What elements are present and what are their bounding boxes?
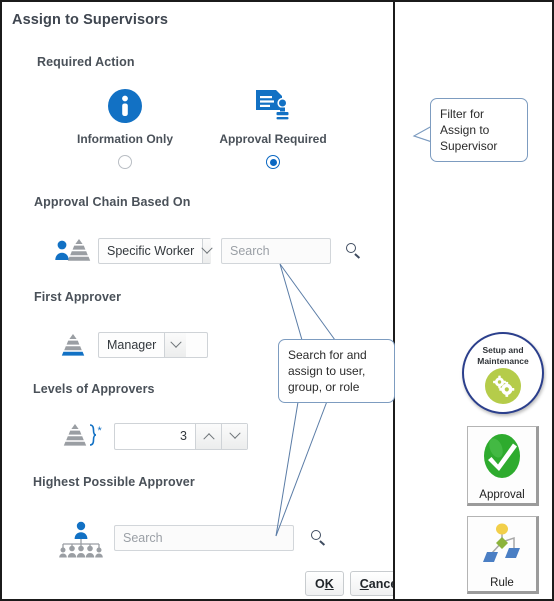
document-stamp-icon bbox=[198, 84, 348, 128]
assign-to-supervisors-dialog: Assign to Supervisors Required Action In… bbox=[2, 2, 395, 599]
first-approver-label: First Approver bbox=[34, 290, 122, 304]
radio-circle bbox=[118, 155, 132, 169]
first-approver-select-value: Manager bbox=[107, 338, 157, 352]
levels-of-approvers-row: * 3 bbox=[54, 420, 248, 452]
dialog-title: Assign to Supervisors bbox=[12, 12, 168, 28]
rule-flowchart-icon bbox=[478, 520, 526, 575]
cancel-button-label: ancel bbox=[368, 576, 393, 591]
required-action-label: Required Action bbox=[37, 55, 135, 69]
ok-button-mnemonic: K bbox=[324, 576, 334, 591]
person-pyramid-icon bbox=[52, 236, 98, 266]
cancel-button-mnemonic: C bbox=[359, 576, 369, 591]
choice-caption: Approval Required bbox=[219, 132, 327, 146]
chevron-down-icon[interactable] bbox=[201, 239, 213, 263]
magnifier-icon[interactable] bbox=[310, 529, 328, 547]
org-chart-icon bbox=[50, 518, 114, 558]
approval-chain-label: Approval Chain Based On bbox=[34, 195, 191, 209]
radio-information-only[interactable] bbox=[50, 155, 200, 169]
svg-text:*: * bbox=[98, 425, 103, 437]
highest-approver-row: Search bbox=[50, 518, 328, 558]
ok-button[interactable]: OK bbox=[305, 571, 344, 596]
approval-chain-select[interactable]: Specific Worker bbox=[98, 238, 213, 264]
ok-button-label: O bbox=[315, 576, 325, 591]
levels-of-approvers-label: Levels of Approvers bbox=[33, 382, 155, 396]
radio-circle bbox=[266, 155, 280, 169]
levels-of-approvers-value[interactable]: 3 bbox=[115, 424, 195, 449]
setup-and-maintenance-badge[interactable]: Setup and Maintenance bbox=[462, 332, 544, 414]
approval-chain-select-value: Specific Worker bbox=[107, 244, 195, 258]
setup-badge-line1: Setup and bbox=[482, 345, 524, 355]
choice-information-only[interactable]: Information Only bbox=[50, 84, 200, 169]
filter-callout: Filter for Assign to Supervisor bbox=[430, 98, 528, 162]
first-approver-row: Manager bbox=[52, 330, 208, 360]
setup-badge-line2: Maintenance bbox=[477, 355, 529, 366]
pyramid-base-highlight-icon bbox=[52, 330, 98, 360]
rule-tile[interactable]: Rule bbox=[467, 516, 539, 594]
screenshot-root: Assign to Supervisors Required Action In… bbox=[0, 0, 554, 601]
approval-chain-row: Specific Worker Search bbox=[52, 236, 363, 266]
green-check-icon bbox=[477, 430, 527, 487]
rule-tile-label: Rule bbox=[490, 576, 514, 589]
cancel-button[interactable]: Cancel bbox=[349, 571, 393, 596]
info-circle-icon bbox=[50, 84, 200, 128]
radio-approval-required[interactable] bbox=[198, 155, 348, 169]
choice-approval-required[interactable]: Approval Required bbox=[198, 84, 348, 169]
chevron-down-icon[interactable] bbox=[164, 333, 187, 357]
highest-approver-label: Highest Possible Approver bbox=[33, 475, 195, 489]
highest-approver-search-input[interactable]: Search bbox=[114, 525, 294, 551]
approval-tile[interactable]: Approval bbox=[467, 426, 539, 506]
pyramid-bracket-required-icon: * bbox=[54, 420, 114, 452]
approval-tile-label: Approval bbox=[479, 488, 525, 501]
search-callout: Search for and assign to user, group, or… bbox=[278, 339, 395, 403]
approval-chain-search-input[interactable]: Search bbox=[221, 238, 331, 264]
stepper-increment-button[interactable] bbox=[195, 423, 221, 449]
first-approver-select[interactable]: Manager bbox=[98, 332, 208, 358]
stepper-decrement-button[interactable] bbox=[221, 423, 247, 449]
choice-caption: Information Only bbox=[77, 132, 173, 146]
dialog-footer: OK Cancel bbox=[305, 571, 393, 596]
right-rail: Setup and Maintenance Approval Rule bbox=[397, 2, 552, 599]
magnifier-icon[interactable] bbox=[345, 242, 363, 260]
levels-of-approvers-stepper[interactable]: 3 bbox=[114, 422, 248, 450]
gears-icon bbox=[485, 368, 521, 404]
